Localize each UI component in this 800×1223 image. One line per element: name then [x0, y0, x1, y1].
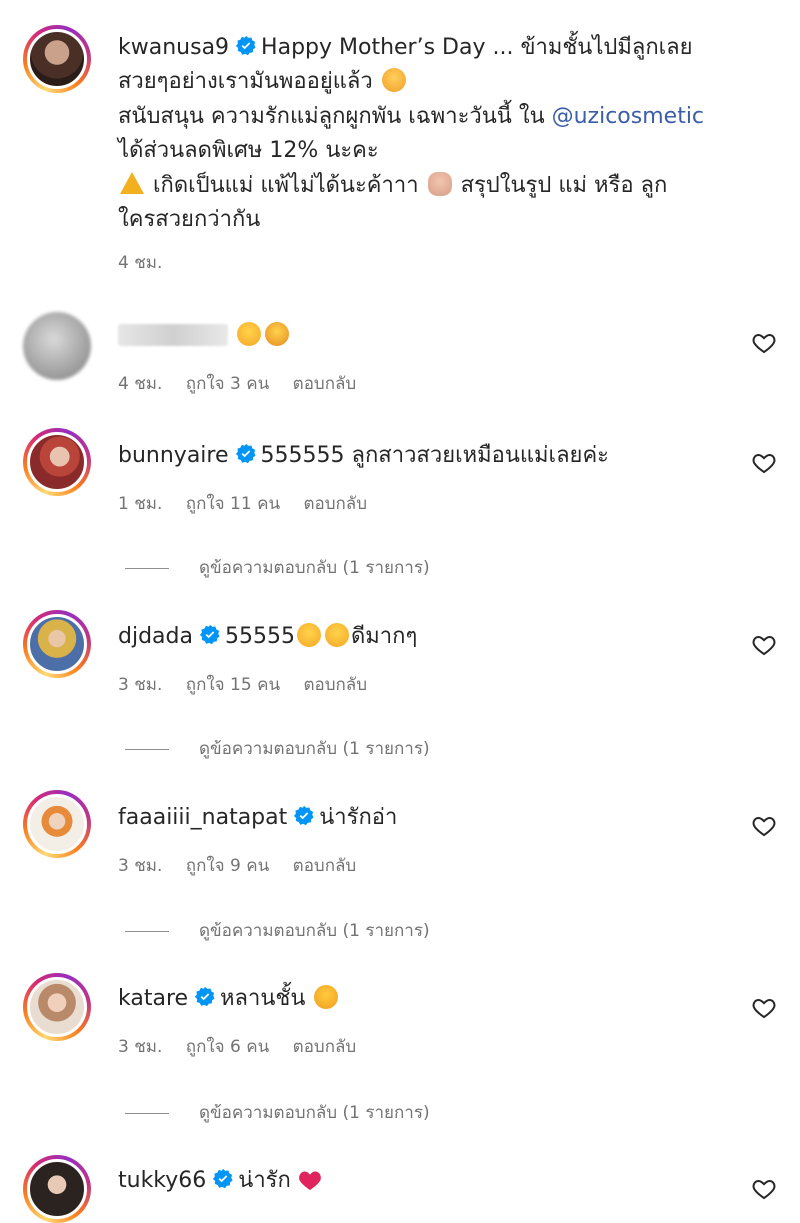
caption-line-5: เกิดเป็นแม่ แพ้ไม่ได้นะค้าาา [153, 173, 419, 198]
replies-divider [125, 567, 169, 569]
praying-hands-icon [427, 172, 452, 196]
comment-text: น่ารักอ่า [319, 805, 398, 830]
reply-button[interactable]: ตอบกลับ [303, 494, 367, 514]
view-replies-label: ดูข้อความตอบกลับ (1 รายการ) [199, 921, 430, 941]
verified-icon [194, 986, 215, 1007]
comment-likes[interactable]: ถูกใจ 11 คน [186, 494, 280, 514]
replies-divider [125, 748, 169, 750]
tears-of-joy-emoji-icon [324, 623, 349, 647]
avatar[interactable] [23, 610, 91, 678]
avatar[interactable] [23, 428, 91, 496]
rofl-emoji-icon [237, 322, 261, 346]
verified-icon [213, 1168, 233, 1189]
comment-time: 3 ชม. [118, 675, 163, 695]
replies-divider [125, 930, 169, 932]
view-replies-label: ดูข้อความตอบกลับ (1 รายการ) [199, 739, 430, 759]
avatar[interactable] [23, 790, 91, 858]
reply-button[interactable]: ตอบกลับ [303, 675, 367, 695]
comment-username[interactable]: faaaiiii_natapat [118, 805, 287, 830]
avatar[interactable] [23, 25, 91, 93]
comment-time: 3 ชม. [118, 856, 163, 876]
comment-time: 3 ชม. [118, 1037, 163, 1057]
comment-text: หลานชั้น [220, 986, 306, 1011]
comment-username[interactable]: katare [118, 986, 188, 1011]
caption-line-3: สนับสนุน ความรักแม่ลูกผูกพัน เฉพาะวันนี้… [118, 104, 545, 129]
warning-icon [120, 172, 144, 194]
mention-link[interactable]: @uzicosmetic [552, 104, 704, 129]
heart-icon[interactable] [752, 634, 776, 656]
red-heart-icon [298, 1171, 321, 1190]
caption-line-4: ได้ส่วนลดพิเศษ 12% นะคะ [118, 138, 379, 163]
tears-of-joy-emoji-icon [296, 623, 321, 647]
comment-username[interactable]: bunnyaire [118, 443, 229, 468]
caption-line-6: สรุปในรูป แม่ หรือ ลูก [460, 173, 668, 198]
avatar[interactable] [23, 1155, 91, 1223]
verified-icon [235, 443, 256, 464]
comment-text: น่ารัก [238, 1168, 291, 1193]
comment-likes[interactable]: ถูกใจ 6 คน [186, 1037, 269, 1057]
view-replies-button[interactable]: ดูข้อความตอบกลับ (1 รายการ) [125, 1099, 430, 1126]
heart-icon[interactable] [752, 332, 776, 354]
comment-text-2: ดีมากๆ [350, 624, 418, 649]
replies-divider [125, 1112, 169, 1114]
avatar[interactable] [23, 973, 91, 1041]
view-replies-label: ดูข้อความตอบกลับ (1 รายการ) [199, 1103, 430, 1123]
shushing-emoji-icon [381, 68, 406, 92]
verified-icon [294, 805, 314, 826]
post-username[interactable]: kwanusa9 [118, 35, 229, 60]
heart-icon[interactable] [752, 452, 776, 474]
heart-icon[interactable] [752, 997, 776, 1019]
comment-text: 555555 ลูกสาวสวยเหมือนแม่เลยค่ะ [260, 443, 609, 468]
caption-line-7: ใครสวยกว่ากัน [118, 207, 261, 232]
reply-button[interactable]: ตอบกลับ [293, 374, 357, 394]
verified-icon [199, 624, 220, 645]
post-time: 4 ชม. [118, 253, 163, 273]
comment-username[interactable]: djdada [118, 624, 193, 649]
comment-time: 4 ชม. [118, 374, 163, 394]
comment-likes[interactable]: ถูกใจ 9 คน [186, 856, 269, 876]
view-replies-label: ดูข้อความตอบกลับ (1 รายการ) [199, 558, 430, 578]
comment-likes[interactable]: ถูกใจ 3 คน [186, 374, 269, 394]
view-replies-button[interactable]: ดูข้อความตอบกลับ (1 รายการ) [125, 917, 430, 944]
heart-eyes-emoji-icon [314, 985, 339, 1009]
view-replies-button[interactable]: ดูข้อความตอบกลับ (1 รายการ) [125, 735, 430, 762]
comment-time: 1 ชม. [118, 494, 163, 514]
comment-text: 55555 [224, 624, 295, 649]
blurred-username[interactable] [118, 324, 228, 346]
avatar[interactable] [23, 312, 91, 380]
reply-button[interactable]: ตอบกลับ [293, 856, 357, 876]
caption-line-2: สวยๆอย่างเรามันพออยู่แล้ว [118, 69, 373, 94]
verified-icon [235, 35, 256, 56]
reply-button[interactable]: ตอบกลับ [293, 1037, 357, 1057]
heart-icon[interactable] [752, 1178, 776, 1200]
heart-icon[interactable] [752, 815, 776, 837]
view-replies-button[interactable]: ดูข้อความตอบกลับ (1 รายการ) [125, 554, 430, 581]
comment-username[interactable]: tukky66 [118, 1168, 206, 1193]
caption-line-1: Happy Mother’s Day ... ข้ามชั้นไปมีลูกเล… [261, 35, 693, 60]
comment-likes[interactable]: ถูกใจ 15 คน [186, 675, 280, 695]
hugging-emoji-icon [265, 322, 289, 346]
